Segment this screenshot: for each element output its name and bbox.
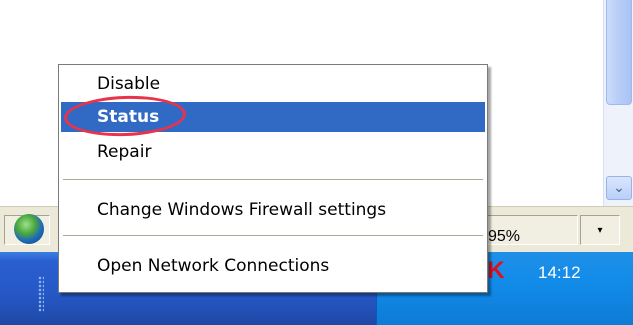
menu-item-open-network-connections[interactable]: Open Network Connections bbox=[61, 251, 485, 281]
menu-item-repair[interactable]: Repair bbox=[61, 137, 485, 167]
scroll-down-button[interactable]: ⌄ bbox=[606, 176, 632, 200]
vertical-scrollbar[interactable]: ⌄ bbox=[603, 0, 633, 206]
menu-separator bbox=[63, 179, 483, 181]
toolbar-grip[interactable] bbox=[38, 276, 44, 312]
network-globe-icon bbox=[14, 214, 44, 244]
menu-item-disable[interactable]: Disable bbox=[61, 69, 485, 99]
menu-item-firewall-settings[interactable]: Change Windows Firewall settings bbox=[61, 195, 485, 225]
zoom-dropdown-icon[interactable]: ▾ bbox=[593, 224, 607, 238]
menu-separator bbox=[63, 235, 483, 237]
scrollbar-thumb[interactable] bbox=[606, 0, 632, 105]
clock[interactable]: 14:12 bbox=[538, 263, 581, 283]
zoom-level: 95% bbox=[488, 228, 521, 245]
